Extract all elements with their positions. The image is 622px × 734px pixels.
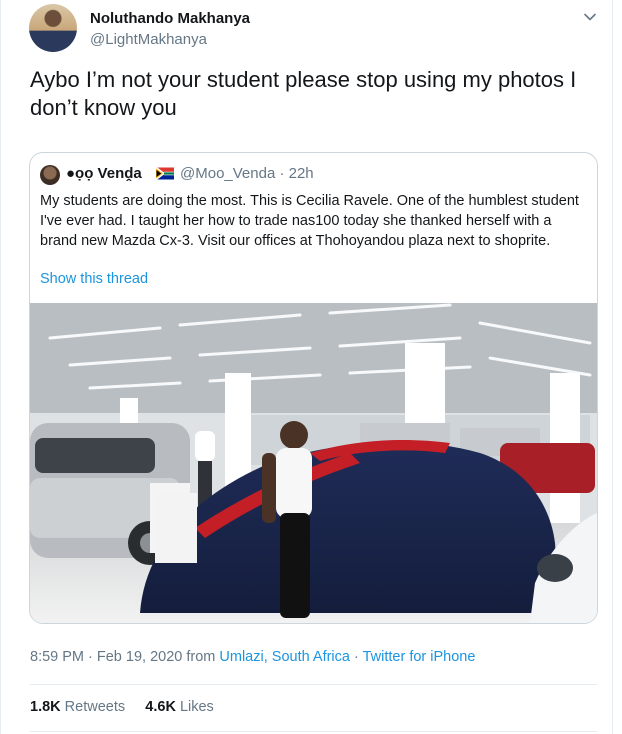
- source-link[interactable]: Twitter for iPhone: [363, 649, 476, 665]
- quoted-tweet-text: My students are doing the most. This is …: [40, 193, 579, 249]
- quoted-tweet[interactable]: ●ọọ Venḓa @Moo_Venda · 22h My students a…: [29, 152, 598, 624]
- tweet-timestamp[interactable]: 8:59 PM · Feb 19, 2020 from: [30, 649, 219, 665]
- timeline-border-left: [0, 0, 1, 734]
- quoted-author-avatar: [40, 165, 60, 185]
- stats-divider-bottom: [30, 731, 597, 732]
- likes-stat[interactable]: 4.6K Likes: [145, 699, 214, 715]
- timeline-border-right: [612, 0, 613, 734]
- tweet-stats: 1.8K Retweets 4.6K Likes: [30, 699, 214, 715]
- retweets-count: 1.8K: [30, 699, 61, 715]
- showroom-photo[interactable]: [30, 303, 597, 623]
- likes-count: 4.6K: [145, 699, 176, 715]
- stats-divider-top: [30, 684, 597, 685]
- meta-separator: ·: [349, 649, 363, 665]
- likes-label: Likes: [179, 699, 214, 715]
- author-name[interactable]: Noluthando Makhanya: [90, 10, 250, 27]
- retweets-label: Retweets: [64, 699, 126, 715]
- tweet-meta: 8:59 PM · Feb 19, 2020 from Umlazi, Sout…: [30, 649, 475, 665]
- author-avatar[interactable]: [29, 4, 77, 52]
- south-africa-flag-icon: [156, 167, 174, 180]
- chevron-down-icon[interactable]: [582, 9, 598, 25]
- location-link[interactable]: Umlazi, South Africa: [219, 649, 350, 665]
- quoted-author-handle: @Moo_Venda · 22h: [180, 165, 314, 182]
- author-handle[interactable]: @LightMakhanya: [90, 31, 207, 48]
- tweet-text: Aybo I’m not your student please stop us…: [30, 67, 577, 120]
- show-thread-link[interactable]: Show this thread: [40, 271, 148, 287]
- quoted-author-name: ●ọọ Venḓa: [66, 165, 142, 182]
- retweets-stat[interactable]: 1.8K Retweets: [30, 699, 125, 715]
